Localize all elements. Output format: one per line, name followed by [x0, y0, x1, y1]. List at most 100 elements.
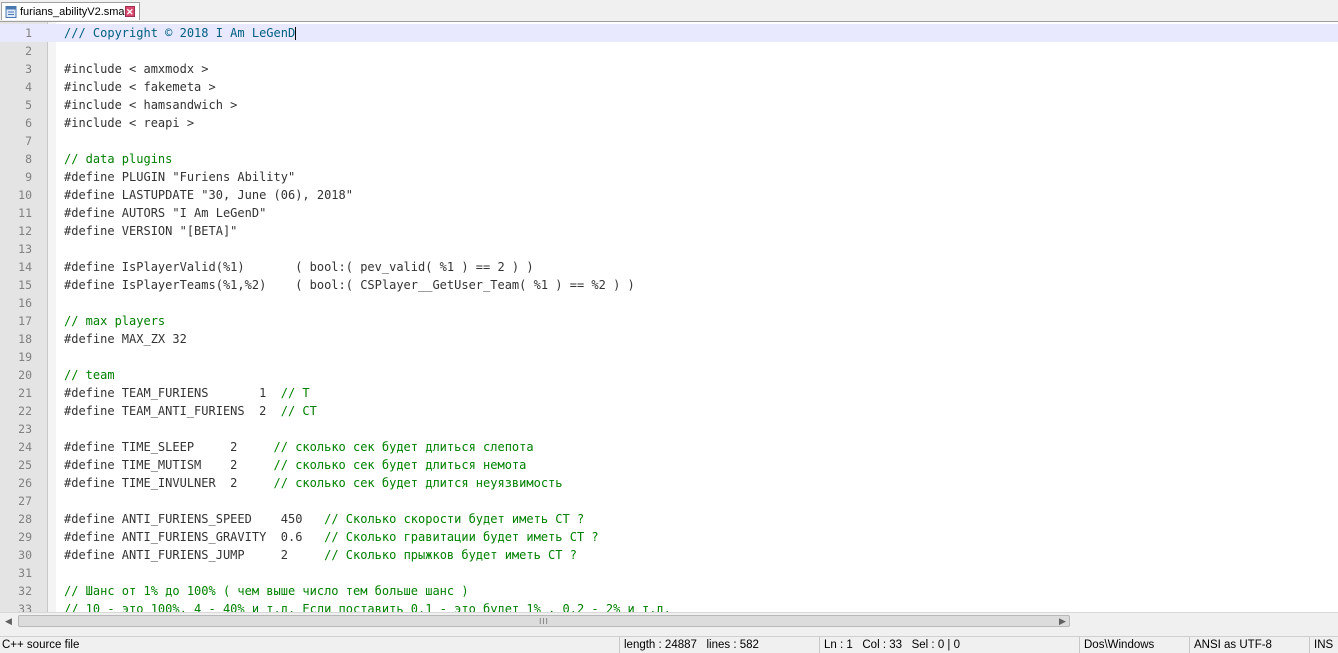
line-code: #define ANTI_FURIENS_JUMP 2 // Сколько п…	[64, 546, 577, 564]
code-line[interactable]: 6 #include < reapi >	[0, 114, 1338, 132]
code-line[interactable]: 9 #define PLUGIN "Furiens Ability"	[0, 168, 1338, 186]
code-line[interactable]: 17 // max players	[0, 312, 1338, 330]
line-number: 31	[18, 566, 32, 580]
code-line[interactable]: 14 #define IsPlayerValid(%1) ( bool:( pev…	[0, 258, 1338, 276]
code-line[interactable]: 23	[0, 420, 1338, 438]
code-text: #include < fakemeta >	[64, 80, 216, 94]
line-code: #define PLUGIN "Furiens Ability"	[64, 168, 295, 186]
code-line[interactable]: 31	[0, 564, 1338, 582]
code-line[interactable]: 18 #define MAX_ZX 32	[0, 330, 1338, 348]
code-line[interactable]: 4 #include < fakemeta >	[0, 78, 1338, 96]
code-text: // max players	[64, 314, 166, 328]
code-line[interactable]: 24 #define TIME_SLEEP 2 // сколько сек бу…	[0, 438, 1338, 456]
code-text: // 10 - это 100%, 4 - 40% и т.д. Если по…	[64, 602, 671, 612]
code-comment: // Сколько прыжков будет иметь CT ?	[324, 548, 577, 562]
status-encoding[interactable]: ANSI as UTF-8	[1189, 637, 1272, 653]
status-sel: Sel : 0 | 0	[911, 639, 960, 651]
scroll-right-arrow-icon[interactable]: ▶	[1054, 613, 1071, 629]
code-line[interactable]: 19	[0, 348, 1338, 366]
line-code: #include < hamsandwich >	[64, 96, 237, 114]
line-code: #define ANTI_FURIENS_SPEED 450 // Скольк…	[64, 510, 584, 528]
tab-furians-ability[interactable]: furians_abilityV2.sma ✕	[1, 2, 140, 20]
line-code: #include < fakemeta >	[64, 78, 216, 96]
code-text: #define MAX_ZX 32	[64, 332, 187, 346]
code-line[interactable]: 7	[0, 132, 1338, 150]
code-text: #include < amxmodx >	[64, 62, 209, 76]
line-code: #define ANTI_FURIENS_GRAVITY 0.6 // Скол…	[64, 528, 599, 546]
code-line[interactable]: 27	[0, 492, 1338, 510]
line-code: // Шанс от 1% до 100% ( чем выше число т…	[64, 582, 469, 600]
code-line[interactable]: 13	[0, 240, 1338, 258]
line-code: #define TEAM_ANTI_FURIENS 2 // CT	[64, 402, 317, 420]
code-line[interactable]: 25 #define TIME_MUTISM 2 // сколько сек б…	[0, 456, 1338, 474]
code-line[interactable]: 10 #define LASTUPDATE "30, June (06), 201…	[0, 186, 1338, 204]
code-line[interactable]: 11 #define AUTORS "I Am LeGenD"	[0, 204, 1338, 222]
code-line[interactable]: 8 // data plugins	[0, 150, 1338, 168]
status-eol[interactable]: Dos\Windows	[1079, 637, 1154, 653]
code-line[interactable]: 26 #define TIME_INVULNER 2 // сколько сек…	[0, 474, 1338, 492]
code-text: #define TEAM_ANTI_FURIENS 2	[64, 404, 281, 418]
code-line[interactable]: 20 // team	[0, 366, 1338, 384]
code-line[interactable]: 22 #define TEAM_ANTI_FURIENS 2 // CT	[0, 402, 1338, 420]
line-code: #define TEAM_FURIENS 1 // T	[64, 384, 310, 402]
line-number: 4	[25, 80, 32, 94]
line-code: #define TIME_MUTISM 2 // сколько сек буд…	[64, 456, 526, 474]
horizontal-scrollbar[interactable]: ◀ III ▶	[0, 612, 1338, 629]
code-line[interactable]: 12 #define VERSION "[BETA]"	[0, 222, 1338, 240]
code-line[interactable]: 5 #include < hamsandwich >	[0, 96, 1338, 114]
close-icon[interactable]: ✕	[124, 6, 135, 17]
line-number: 1	[25, 26, 32, 40]
code-comment: // Сколько скорости будет иметь CT ?	[324, 512, 585, 526]
line-number: 8	[25, 152, 32, 166]
code-text: #define TIME_INVULNER 2	[64, 476, 274, 490]
line-code: /// Copyright © 2018 I Am LeGenD	[64, 24, 297, 42]
code-text: #define TEAM_FURIENS 1	[64, 386, 281, 400]
code-line[interactable]: 28 #define ANTI_FURIENS_SPEED 450 // Скол…	[0, 510, 1338, 528]
line-code: #define AUTORS "I Am LeGenD"	[64, 204, 266, 222]
status-file-type: C++ source file	[2, 639, 80, 651]
code-line[interactable]: 1 /// Copyright © 2018 I Am LeGenD	[0, 24, 1338, 42]
code-line[interactable]: 2	[0, 42, 1338, 60]
line-code: #define VERSION "[BETA]"	[64, 222, 237, 240]
line-number: 2	[25, 44, 32, 58]
line-code: // max players	[64, 312, 165, 330]
code-text: #define ANTI_FURIENS_SPEED 450	[64, 512, 325, 526]
status-lines-value: lines : 582	[706, 639, 759, 651]
line-code: // data plugins	[64, 150, 172, 168]
scroll-left-arrow-icon[interactable]: ◀	[0, 613, 17, 629]
line-number: 28	[18, 512, 32, 526]
code-line[interactable]: 32 // Шанс от 1% до 100% ( чем выше число…	[0, 582, 1338, 600]
code-comment: // Сколько гравитации будет иметь CT ?	[324, 530, 599, 544]
line-number: 11	[18, 206, 32, 220]
line-number: 6	[25, 116, 32, 130]
file-icon	[5, 5, 17, 18]
code-line[interactable]: 15 #define IsPlayerTeams(%1,%2) ( bool:( …	[0, 276, 1338, 294]
tab-title: furians_abilityV2.sma	[20, 5, 125, 18]
code-line[interactable]: 29 #define ANTI_FURIENS_GRAVITY 0.6 // Ск…	[0, 528, 1338, 546]
code-text: #define ANTI_FURIENS_JUMP 2	[64, 548, 325, 562]
code-line[interactable]: 21 #define TEAM_FURIENS 1 // T	[0, 384, 1338, 402]
scrollbar-thumb[interactable]: III	[18, 615, 1070, 627]
code-text: #include < reapi >	[64, 116, 195, 130]
code-line[interactable]: 33 // 10 - это 100%, 4 - 40% и т.д. Если …	[0, 600, 1338, 612]
line-number: 30	[18, 548, 32, 562]
code-line[interactable]: 30 #define ANTI_FURIENS_JUMP 2 // Сколько…	[0, 546, 1338, 564]
line-number: 21	[18, 386, 32, 400]
code-editor[interactable]: 1/// Copyright © 2018 I Am LeGenD 2 3 #incl…	[0, 22, 1338, 612]
line-number: 27	[18, 494, 32, 508]
code-text: #define IsPlayerValid(%1) ( bool:( pev_v…	[64, 260, 534, 274]
line-number: 14	[18, 260, 32, 274]
status-insert-mode[interactable]: INS	[1309, 637, 1333, 653]
code-comment: // CT	[280, 404, 317, 418]
line-number: 13	[18, 242, 32, 256]
code-line[interactable]: 16	[0, 294, 1338, 312]
line-number: 19	[18, 350, 32, 364]
line-number: 3	[25, 62, 32, 76]
status-ln: Ln : 1	[824, 639, 853, 651]
code-text: #define PLUGIN "Furiens Ability"	[64, 170, 296, 184]
status-position: Ln : 1 Col : 33 Sel : 0 | 0	[819, 637, 960, 653]
line-code: #define IsPlayerValid(%1) ( bool:( pev_v…	[64, 258, 534, 276]
code-text: #define ANTI_FURIENS_GRAVITY 0.6	[64, 530, 325, 544]
line-number: 15	[18, 278, 32, 292]
code-line[interactable]: 3 #include < amxmodx >	[0, 60, 1338, 78]
